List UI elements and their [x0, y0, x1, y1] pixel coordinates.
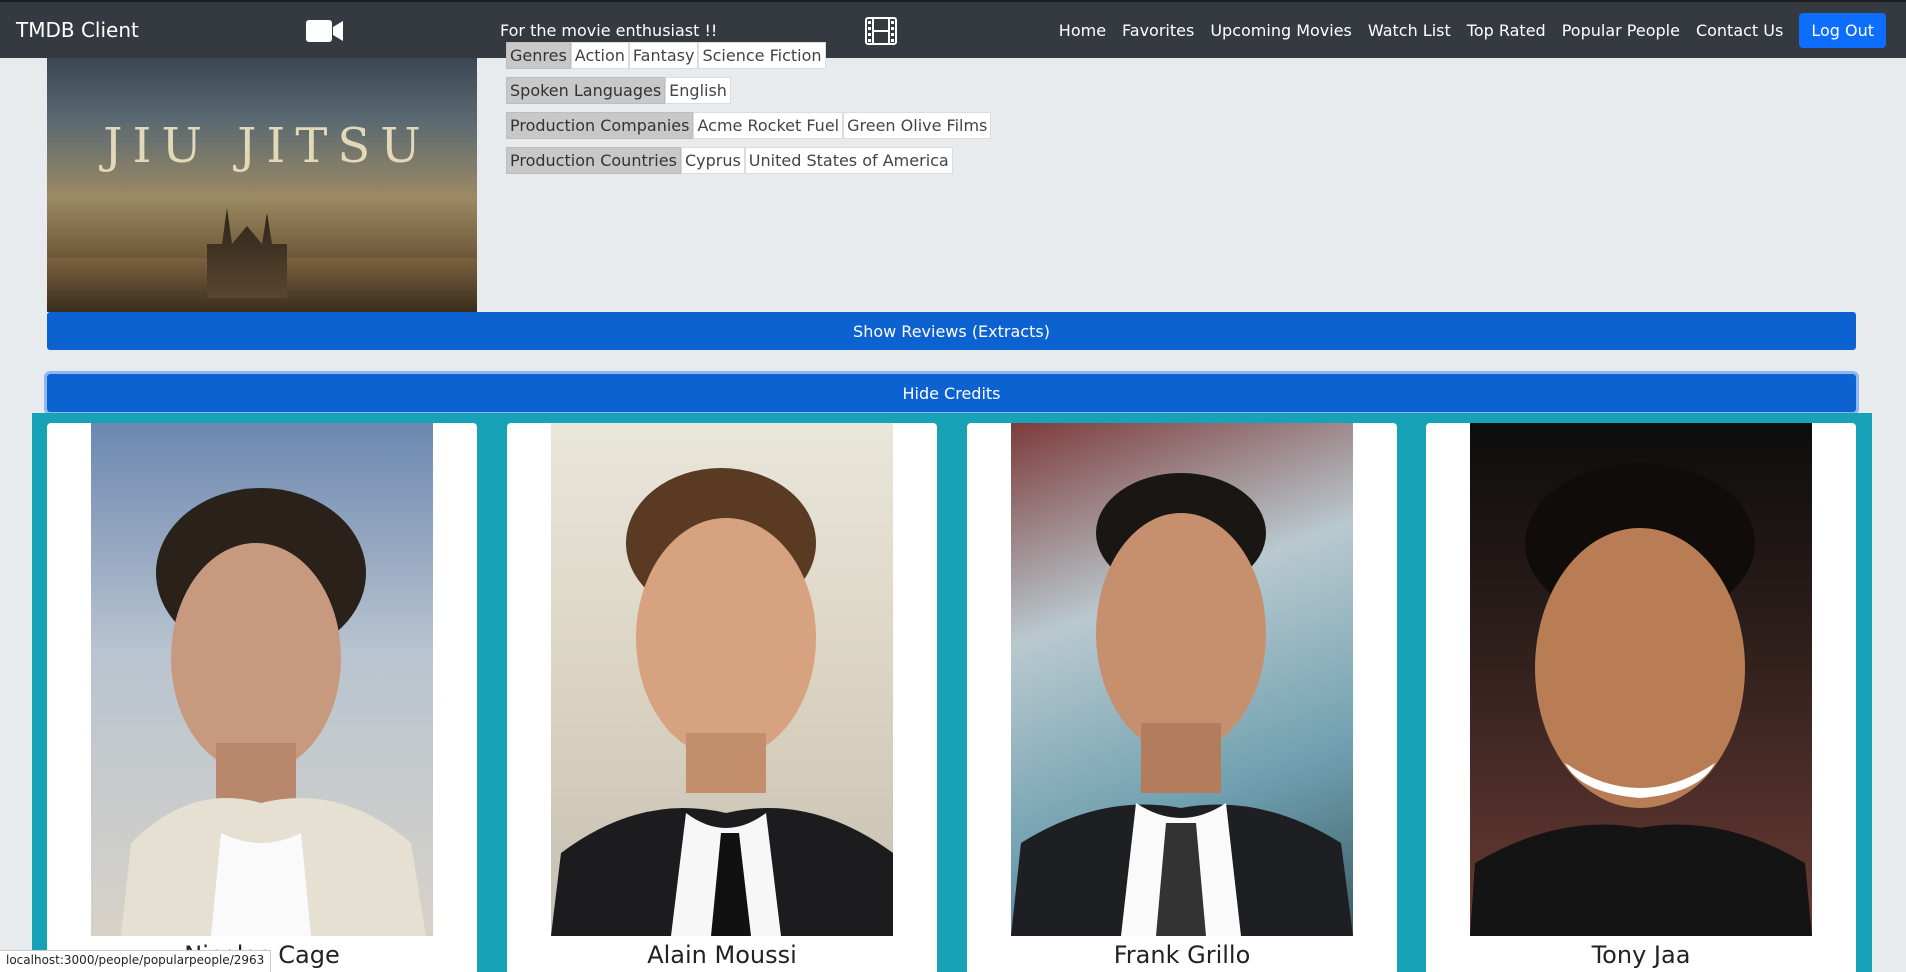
nav-link-top-rated[interactable]: Top Rated — [1467, 21, 1546, 40]
logout-button[interactable]: Log Out — [1799, 12, 1886, 48]
nav-link-contact-us[interactable]: Contact Us — [1696, 21, 1783, 40]
nav-link-upcoming-movies[interactable]: Upcoming Movies — [1210, 21, 1352, 40]
tagline: For the movie enthusiast !! — [500, 21, 718, 40]
genre-chip: Action — [570, 42, 629, 69]
nav-links: Home Favorites Upcoming Movies Watch Lis… — [1059, 2, 1906, 58]
credit-card[interactable]: Alain Moussi — [507, 423, 937, 972]
company-chip: Green Olive Films — [843, 112, 992, 139]
genre-chip: Science Fiction — [698, 42, 826, 69]
brand-title[interactable]: TMDB Client — [16, 18, 139, 42]
hide-credits-button[interactable]: Hide Credits — [44, 371, 1859, 415]
person-photo[interactable] — [1011, 423, 1353, 936]
navbar: TMDB Client For the movie enthusiast !! … — [0, 0, 1906, 58]
poster-title: JIU JITSU — [103, 118, 431, 174]
person-name[interactable]: Tony Jaa — [1426, 941, 1856, 969]
country-chip: United States of America — [744, 147, 953, 174]
spoken-languages-label: Spoken Languages — [506, 77, 666, 104]
movie-poster: JIU JITSU — [47, 58, 477, 312]
production-countries-row: Production Countries Cyprus United State… — [506, 147, 953, 174]
credit-card[interactable]: Tony Jaa — [1426, 423, 1856, 972]
production-countries-label: Production Countries — [506, 147, 681, 174]
production-companies-label: Production Companies — [506, 112, 694, 139]
person-photo[interactable] — [1470, 423, 1812, 936]
genre-chip: Fantasy — [628, 42, 699, 69]
video-camera-icon — [306, 19, 344, 47]
genres-label: Genres — [506, 42, 571, 69]
browser-status-url: localhost:3000/people/popularpeople/2963 — [0, 950, 272, 972]
language-chip: English — [665, 77, 731, 104]
film-icon — [865, 17, 897, 49]
nav-link-favorites[interactable]: Favorites — [1122, 21, 1194, 40]
person-photo[interactable] — [551, 423, 893, 936]
nav-link-popular-people[interactable]: Popular People — [1562, 21, 1680, 40]
credit-card[interactable]: Frank Grillo — [967, 423, 1397, 972]
person-name[interactable]: Alain Moussi — [507, 941, 937, 969]
production-companies-row: Production Companies Acme Rocket Fuel Gr… — [506, 112, 992, 139]
show-reviews-button[interactable]: Show Reviews (Extracts) — [47, 312, 1856, 350]
spoken-languages-row: Spoken Languages English — [506, 77, 731, 104]
genres-row: Genres Action Fantasy Science Fiction — [506, 42, 826, 69]
company-chip: Acme Rocket Fuel — [693, 112, 844, 139]
poster-city — [207, 208, 287, 298]
credit-card[interactable]: Nicolas Cage — [47, 423, 477, 972]
country-chip: Cyprus — [680, 147, 745, 174]
person-name[interactable]: Frank Grillo — [967, 941, 1397, 969]
nav-link-home[interactable]: Home — [1059, 21, 1106, 40]
person-photo[interactable] — [91, 423, 433, 936]
nav-link-watch-list[interactable]: Watch List — [1368, 21, 1451, 40]
